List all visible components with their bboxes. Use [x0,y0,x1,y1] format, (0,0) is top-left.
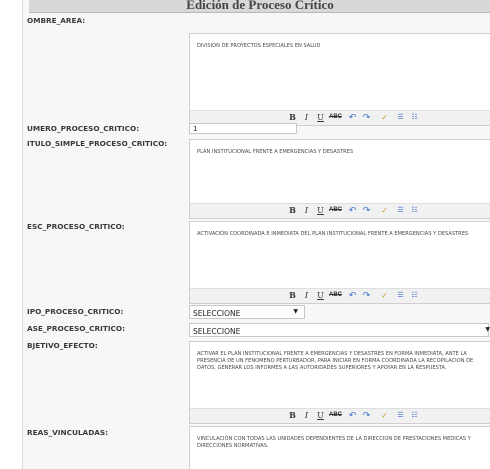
undo-icon[interactable]: ↶ [346,290,359,301]
titulo-simple-label: ITULO_SIMPLE_PROCESO_CRITICO: [27,139,168,148]
underline-button[interactable]: U [314,410,327,421]
strikethrough-button[interactable]: ABC [329,290,342,301]
desc-proceso-editor[interactable]: ACTIVACIÓN COORDINADA E INMEDIATA DEL PL… [189,221,490,304]
strikethrough-button[interactable]: ABC [329,205,342,216]
title-bar: Edición de Proceso Crítico [29,0,490,13]
undo-icon[interactable]: ↶ [346,205,359,216]
bold-button[interactable]: B [286,290,299,301]
numbered-list-icon[interactable]: ☷ [408,112,421,123]
italic-button[interactable]: I [300,205,313,216]
areas-vinculadas-editor[interactable]: VINCULACIÓN CON TODAS LAS UNIDADES DEPEN… [189,426,490,469]
bold-button[interactable]: B [286,205,299,216]
bold-button[interactable]: B [286,410,299,421]
undo-icon[interactable]: ↶ [346,410,359,421]
strikethrough-button[interactable]: ABC [329,410,342,421]
titulo-simple-text[interactable]: PLAN INSTITUCIONAL FRENTE A EMERGENCIAS … [197,149,478,156]
underline-button[interactable]: U [314,205,327,216]
areas-vinculadas-label: REAS_VINCULADAS: [27,428,109,437]
bullet-list-icon[interactable]: ☰ [394,112,407,123]
redo-icon[interactable]: ↷ [360,112,373,123]
numbered-list-icon[interactable]: ☷ [408,410,421,421]
page-title: Edición de Proceso Crítico [186,0,334,12]
strikethrough-button[interactable]: ABC [329,112,342,123]
fase-proceso-selected: SELECCIONE [193,327,241,336]
chevron-down-icon: ▼ [485,326,490,333]
nombre-area-editor[interactable]: DIVISION DE PROYECTOS ESPECIALES EN SALU… [189,33,490,126]
desc-proceso-label: ESC_PROCESO_CRITICO: [27,222,125,231]
spellcheck-icon[interactable]: ✓ [378,112,391,123]
tipo-proceso-select[interactable]: SELECCIONE ▼ [189,305,305,319]
desc-proceso-toolbar: B I U ABC ↶ ↷ ✓ ☰ ☷ [190,288,490,303]
spellcheck-icon[interactable]: ✓ [378,205,391,216]
spellcheck-icon[interactable]: ✓ [378,290,391,301]
redo-icon[interactable]: ↷ [360,290,373,301]
fase-proceso-select[interactable]: SELECCIONE ▼ [189,323,490,337]
desc-proceso-text[interactable]: ACTIVACIÓN COORDINADA E INMEDIATA DEL PL… [197,231,478,238]
bullet-list-icon[interactable]: ☰ [394,290,407,301]
numbered-list-icon[interactable]: ☷ [408,205,421,216]
areas-vinculadas-text[interactable]: VINCULACIÓN CON TODAS LAS UNIDADES DEPEN… [197,436,478,450]
tipo-proceso-label: IPO_PROCESO_CRITICO: [27,307,124,316]
redo-icon[interactable]: ↷ [360,410,373,421]
tipo-proceso-selected: SELECCIONE [193,309,241,318]
objetivo-efecto-label: BJETIVO_EFECTO: [27,341,98,350]
bold-button[interactable]: B [286,112,299,123]
titulo-simple-editor[interactable]: PLAN INSTITUCIONAL FRENTE A EMERGENCIAS … [189,139,490,219]
redo-icon[interactable]: ↷ [360,205,373,216]
objetivo-efecto-editor[interactable]: ACTIVAR EL PLAN INSTITUCIONAL FRENTE A E… [189,341,490,424]
underline-button[interactable]: U [314,290,327,301]
italic-button[interactable]: I [300,410,313,421]
bullet-list-icon[interactable]: ☰ [394,205,407,216]
numero-proceso-input[interactable] [189,123,297,134]
objetivo-efecto-toolbar: B I U ABC ↶ ↷ ✓ ☰ ☷ [190,408,490,423]
nombre-area-text[interactable]: DIVISION DE PROYECTOS ESPECIALES EN SALU… [197,43,478,50]
objetivo-efecto-text[interactable]: ACTIVAR EL PLAN INSTITUCIONAL FRENTE A E… [197,351,478,372]
undo-icon[interactable]: ↶ [346,112,359,123]
underline-button[interactable]: U [314,112,327,123]
nombre-area-label: OMBRE_AREA: [27,16,86,25]
numbered-list-icon[interactable]: ☷ [408,290,421,301]
numero-proceso-label: UMERO_PROCESO_CRITICO: [27,124,140,133]
italic-button[interactable]: I [300,290,313,301]
italic-button[interactable]: I [300,112,313,123]
fase-proceso-label: ASE_PROCESO_CRITICO: [27,324,126,333]
titulo-simple-toolbar: B I U ABC ↶ ↷ ✓ ☰ ☷ [190,203,490,218]
bullet-list-icon[interactable]: ☰ [394,410,407,421]
spellcheck-icon[interactable]: ✓ [378,410,391,421]
chevron-down-icon: ▼ [293,308,298,315]
edit-form: Edición de Proceso Crítico OMBRE_AREA: D… [22,0,490,469]
